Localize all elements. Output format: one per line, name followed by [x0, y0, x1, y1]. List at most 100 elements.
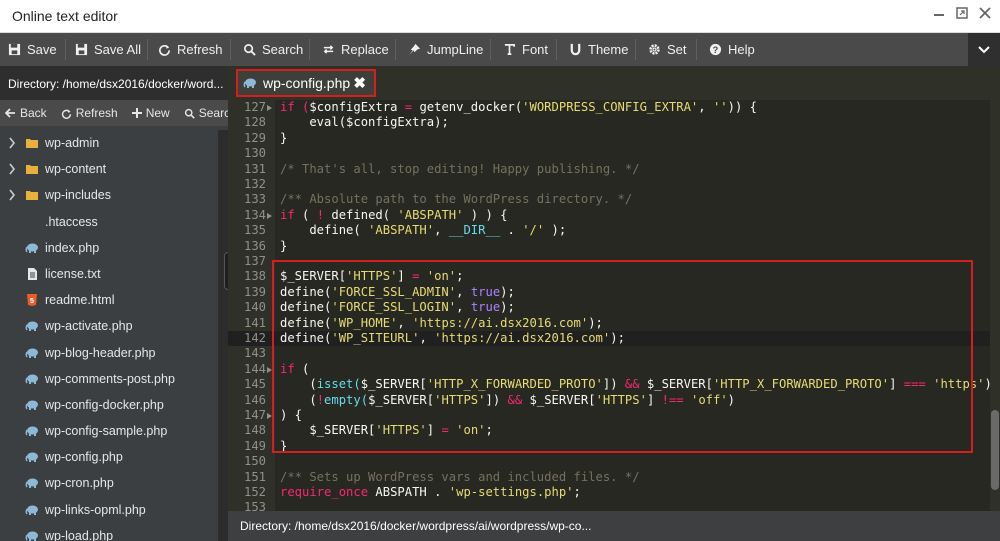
- code-token: )) {: [727, 100, 758, 114]
- code-line[interactable]: 136}: [228, 239, 1000, 254]
- refresh-button[interactable]: Refresh: [158, 33, 223, 66]
- php-elephant-icon: [243, 78, 256, 88]
- new-button[interactable]: New: [131, 106, 170, 120]
- code-line[interactable]: 130: [228, 146, 1000, 161]
- tab-wp-config[interactable]: wp-config.php ✖: [236, 69, 376, 97]
- tree-item[interactable]: 5 readme.html: [0, 287, 218, 313]
- code-token: );: [434, 115, 449, 130]
- line-number: 144: [243, 361, 266, 376]
- code-line[interactable]: 133 /** Absolute path to the WordPress di…: [228, 192, 1000, 207]
- toolbar-divider: [696, 39, 697, 60]
- plus-icon: [131, 108, 142, 118]
- maximize-icon[interactable]: [953, 6, 971, 24]
- line-number: 135: [243, 223, 266, 238]
- font-button[interactable]: Font: [503, 33, 548, 66]
- chevron-right-icon[interactable]: [8, 189, 18, 201]
- tree-item[interactable]: wp-comments-post.php: [0, 366, 218, 392]
- code-token: );: [544, 223, 567, 238]
- tree-item[interactable]: wp-config-sample.php: [0, 418, 218, 444]
- tree-item[interactable]: wp-load.php: [0, 523, 218, 541]
- replace-label: Replace: [341, 42, 389, 57]
- tree-item[interactable]: index.php: [0, 235, 218, 261]
- line-number: 140: [243, 300, 266, 315]
- tree-item-label: index.php: [45, 240, 100, 255]
- window-title: Online text editor: [12, 8, 118, 24]
- code-line[interactable]: 128 eval($configExtra);: [228, 115, 1000, 130]
- code-token: .: [500, 223, 523, 238]
- tree-item[interactable]: wp-admin: [0, 130, 218, 156]
- editor-scrollbar[interactable]: [990, 100, 1000, 511]
- line-number: 142: [243, 331, 266, 345]
- tree-item[interactable]: wp-includes: [0, 182, 218, 208]
- highlight-box: [272, 260, 973, 453]
- code-line[interactable]: 127 if ($configExtra = getenv_docker('WOR…: [228, 100, 1000, 115]
- code-line[interactable]: 129}: [228, 131, 1000, 146]
- close-tab-icon[interactable]: ✖: [353, 74, 366, 92]
- code-line[interactable]: 135 define( 'ABSPATH', __DIR__ . '/' );: [228, 223, 1000, 238]
- back-button[interactable]: Back: [5, 106, 47, 120]
- code-text: if ( ! defined( 'ABSPATH' ) ) {: [280, 208, 508, 223]
- save-all-button[interactable]: Save All: [75, 33, 141, 66]
- line-number: 152: [243, 485, 266, 499]
- php-elephant-icon: [25, 346, 39, 360]
- chevron-right-icon[interactable]: [8, 137, 18, 149]
- tree-item[interactable]: wp-cron.php: [0, 470, 218, 496]
- code-line[interactable]: 150: [228, 454, 1000, 469]
- close-window-icon[interactable]: [976, 6, 994, 24]
- folder-icon: [25, 162, 39, 176]
- line-number: 141: [243, 315, 266, 330]
- tree-item[interactable]: wp-config.php: [0, 444, 218, 470]
- theme-button[interactable]: Theme: [569, 33, 628, 66]
- code-token: (: [294, 207, 317, 222]
- sidebar-scrollbar[interactable]: [218, 130, 228, 541]
- code-editor[interactable]: 127 if ($configExtra = getenv_docker('WOR…: [228, 100, 1000, 511]
- toolbar-divider: [490, 39, 491, 60]
- tree-item[interactable]: wp-content: [0, 156, 218, 182]
- code-line[interactable]: 152 require_once ABSPATH . 'wp-settings.p…: [228, 485, 1000, 500]
- code-line[interactable]: 153: [228, 500, 1000, 511]
- line-number: 150: [243, 454, 266, 469]
- search-button[interactable]: Search: [243, 33, 303, 66]
- toolbar-expand-button[interactable]: [968, 33, 1000, 66]
- code-line[interactable]: 131 /* That's all, stop editing! Happy pu…: [228, 162, 1000, 177]
- code-token: /** Absolute path to the WordPress direc…: [280, 192, 633, 207]
- chevron-right-icon[interactable]: [8, 163, 18, 175]
- search-icon: [184, 108, 195, 119]
- code-text: require_once ABSPATH . 'wp-settings.php'…: [280, 485, 581, 500]
- php-elephant-icon: [25, 241, 39, 255]
- pushpin-icon: [408, 43, 421, 56]
- tree-item[interactable]: wp-activate.php: [0, 313, 218, 339]
- save-icon: [8, 43, 21, 56]
- tree-item[interactable]: license.txt: [0, 261, 218, 287]
- code-token: $configExtra: [346, 115, 435, 130]
- font-icon: [504, 44, 515, 55]
- gear-icon: [649, 44, 660, 55]
- line-number: 129: [243, 130, 266, 145]
- code-token: if: [280, 207, 295, 222]
- save-button[interactable]: Save: [8, 33, 57, 66]
- code-token: if (: [280, 100, 310, 114]
- line-number: 148: [243, 423, 266, 438]
- tree-item-label: readme.html: [45, 293, 115, 308]
- tree-item-label: license.txt: [45, 266, 101, 281]
- code-line[interactable]: 132: [228, 177, 1000, 192]
- code-token: 'WORDPRESS_CONFIG_EXTRA': [522, 100, 699, 114]
- code-line[interactable]: 134 if ( ! defined( 'ABSPATH' ) ) {: [228, 208, 1000, 223]
- tree-item[interactable]: wp-links-opml.php: [0, 497, 218, 523]
- code-token: __DIR__: [448, 223, 501, 238]
- sidebar-search-button[interactable]: Search: [184, 106, 228, 120]
- line-number: 138: [243, 269, 266, 284]
- code-token: 'ABSPATH': [397, 207, 464, 222]
- scrollbar-thumb[interactable]: [991, 410, 999, 490]
- set-button[interactable]: Set: [648, 33, 687, 66]
- tree-item[interactable]: wp-blog-header.php: [0, 340, 218, 366]
- code-token: ABSPATH .: [368, 485, 449, 499]
- tree-item[interactable]: .htaccess: [0, 209, 218, 235]
- tree-item[interactable]: wp-config-docker.php: [0, 392, 218, 418]
- help-button[interactable]: ? Help: [709, 33, 755, 66]
- replace-button[interactable]: Replace: [322, 33, 389, 66]
- minimize-icon[interactable]: [930, 6, 948, 24]
- code-line[interactable]: 151 /** Sets up WordPress vars and includ…: [228, 470, 1000, 485]
- sidebar-refresh-button[interactable]: Refresh: [61, 106, 118, 120]
- jumpline-button[interactable]: JumpLine: [408, 33, 483, 66]
